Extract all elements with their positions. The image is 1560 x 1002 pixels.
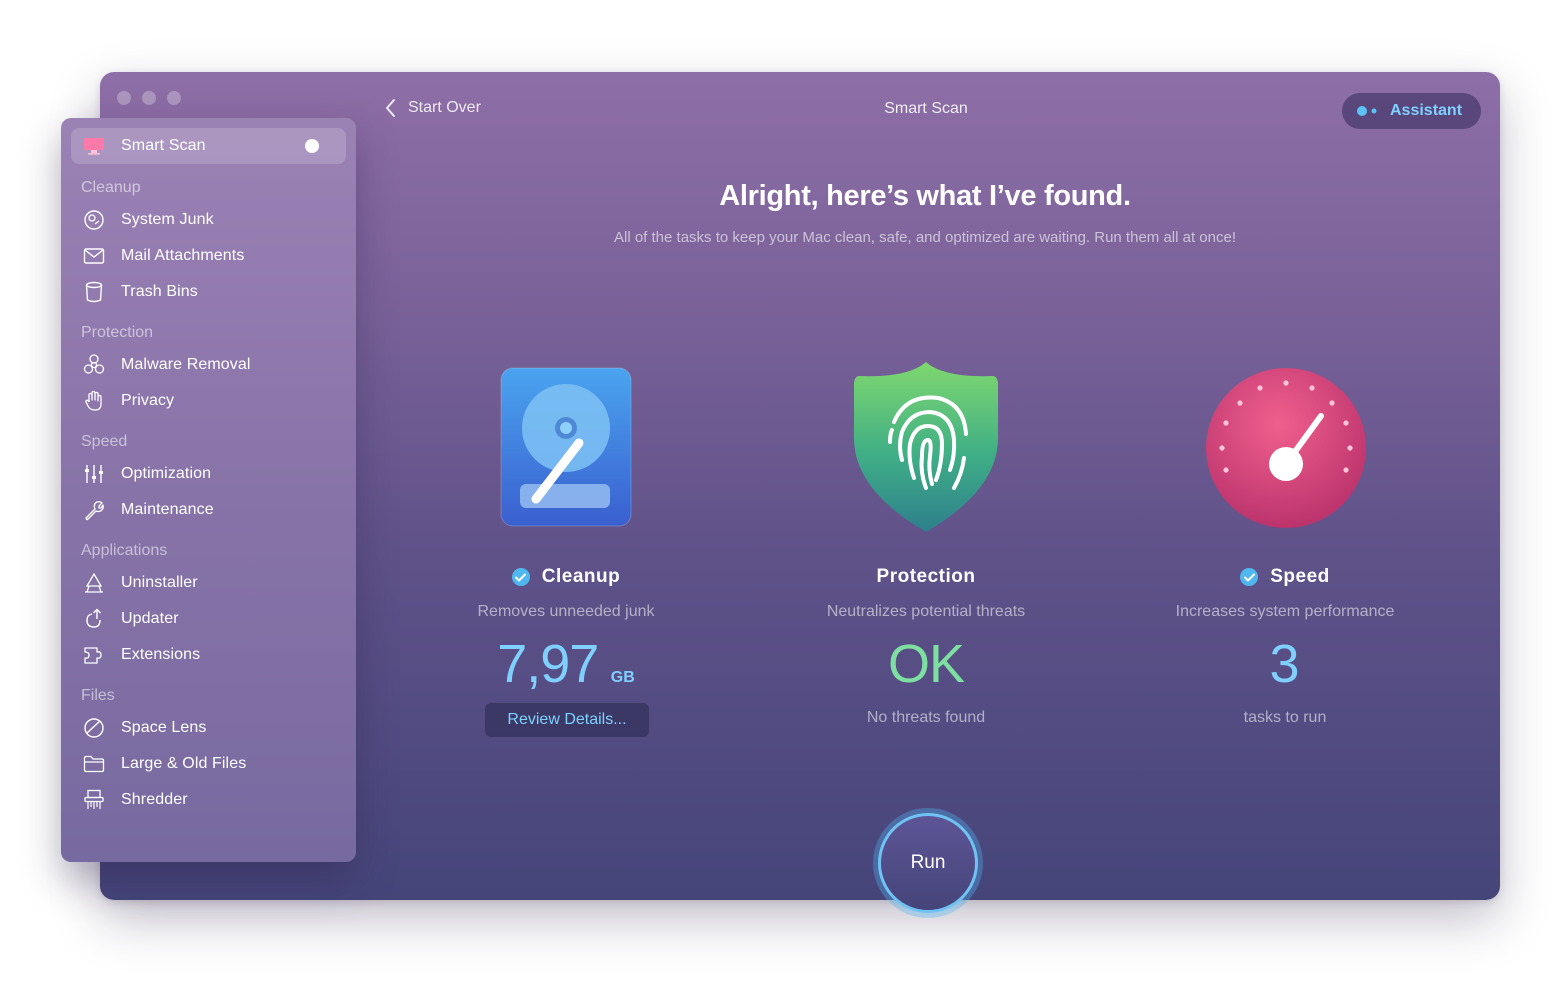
start-over-label: Start Over: [408, 99, 481, 116]
sidebar-item-label: Optimization: [121, 465, 212, 482]
window-minimize-button[interactable]: [142, 91, 156, 105]
smart-scan-icon: [81, 135, 107, 157]
review-details-button[interactable]: Review Details...: [485, 703, 649, 737]
speed-value: 3: [1269, 634, 1299, 694]
sidebar-item-label: Trash Bins: [121, 283, 198, 300]
speed-title: Speed: [1155, 566, 1415, 588]
run-button[interactable]: Run: [878, 813, 978, 913]
protection-title: Protection: [876, 566, 976, 587]
hand-icon: [81, 390, 107, 412]
sidebar-item-label: System Junk: [121, 211, 214, 228]
protection-value: OK: [887, 634, 965, 694]
sliders-icon: [81, 463, 107, 485]
sidebar-item-malware-removal[interactable]: Malware Removal: [81, 351, 251, 379]
sidebar-item-label: Shredder: [121, 791, 188, 808]
assistant-label: Assistant: [1390, 102, 1463, 119]
sidebar-item-label: Privacy: [121, 392, 175, 409]
trash-icon: [81, 281, 107, 303]
speed-description: Increases system performance: [1175, 603, 1395, 620]
assistant-dots-icon: [1357, 106, 1377, 116]
cleanup-value-unit: GB: [610, 669, 635, 686]
sidebar-item-label: Smart Scan: [121, 137, 206, 154]
sidebar-item-mail-attachments[interactable]: Mail Attachments: [81, 242, 244, 270]
sidebar-item-space-lens[interactable]: Space Lens: [81, 714, 207, 742]
sidebar-item-privacy[interactable]: Privacy: [81, 387, 174, 415]
mail-icon: [81, 245, 107, 267]
protection-caption: No threats found: [866, 709, 986, 726]
sidebar-item-label: Malware Removal: [121, 356, 251, 373]
sidebar-item-label: Space Lens: [121, 719, 207, 736]
sidebar-item-uninstaller[interactable]: Uninstaller: [81, 569, 198, 597]
sidebar-heading-protection: Protection: [81, 324, 154, 341]
sidebar: Smart Scan Cleanup System Junk Mail Atta…: [61, 118, 356, 862]
sidebar-heading-files: Files: [81, 687, 115, 704]
run-button-halo: Run: [873, 808, 983, 918]
updater-icon: [81, 608, 107, 630]
sidebar-item-label: Extensions: [121, 646, 201, 663]
sidebar-item-label: Mail Attachments: [121, 247, 245, 264]
sidebar-item-label: Uninstaller: [121, 574, 198, 591]
cleanup-value: 7,97 GB: [416, 633, 716, 695]
sidebar-item-trash-bins[interactable]: Trash Bins: [81, 278, 198, 306]
biohazard-icon: [81, 354, 107, 376]
uninstaller-icon: [81, 572, 107, 594]
system-junk-icon: [81, 209, 107, 231]
results-headline: Alright, here’s what I’ve found.: [719, 180, 1131, 212]
cleanup-value-number: 7,97: [497, 634, 599, 694]
hard-drive-icon: [498, 366, 634, 530]
cleanup-title-label: Cleanup: [541, 566, 621, 587]
start-over-button[interactable]: Start Over: [384, 98, 481, 118]
active-indicator-dot: [305, 139, 319, 153]
assistant-button[interactable]: Assistant: [1342, 93, 1481, 129]
sidebar-item-maintenance[interactable]: Maintenance: [81, 496, 214, 524]
window-close-button[interactable]: [117, 91, 131, 105]
check-icon: [1240, 568, 1259, 586]
cleanup-title: Cleanup: [436, 566, 696, 588]
sidebar-item-system-junk[interactable]: System Junk: [81, 206, 214, 234]
sidebar-item-shredder[interactable]: Shredder: [81, 786, 188, 814]
sidebar-heading-speed: Speed: [81, 433, 128, 450]
sidebar-item-optimization[interactable]: Optimization: [81, 460, 211, 488]
folder-icon: [81, 753, 107, 775]
wrench-icon: [81, 499, 107, 521]
sidebar-item-label: Updater: [121, 610, 179, 627]
page-title: Smart Scan: [884, 100, 968, 117]
check-icon: [511, 568, 530, 586]
sidebar-heading-cleanup: Cleanup: [81, 179, 141, 196]
protection-description: Neutralizes potential threats: [826, 603, 1026, 620]
sidebar-item-updater[interactable]: Updater: [81, 605, 179, 633]
chevron-left-icon: [386, 99, 395, 117]
fingerprint-shield-icon: [848, 360, 1004, 534]
sidebar-heading-applications: Applications: [81, 542, 168, 559]
sidebar-item-label: Maintenance: [121, 501, 214, 518]
speed-caption: tasks to run: [1243, 709, 1327, 726]
window-zoom-button[interactable]: [167, 91, 181, 105]
space-lens-icon: [81, 717, 107, 739]
cleanup-description: Removes unneeded junk: [477, 603, 655, 620]
sidebar-item-large-old-files[interactable]: Large & Old Files: [81, 750, 246, 778]
shredder-icon: [81, 789, 107, 811]
speed-title-label: Speed: [1270, 566, 1330, 587]
extensions-icon: [81, 644, 107, 666]
results-subline: All of the tasks to keep your Mac clean,…: [614, 229, 1236, 246]
sidebar-item-label: Large & Old Files: [121, 755, 247, 772]
sidebar-item-smart-scan-row[interactable]: Smart Scan: [81, 132, 206, 160]
speedometer-icon: [1204, 366, 1368, 530]
sidebar-item-extensions[interactable]: Extensions: [81, 641, 200, 669]
